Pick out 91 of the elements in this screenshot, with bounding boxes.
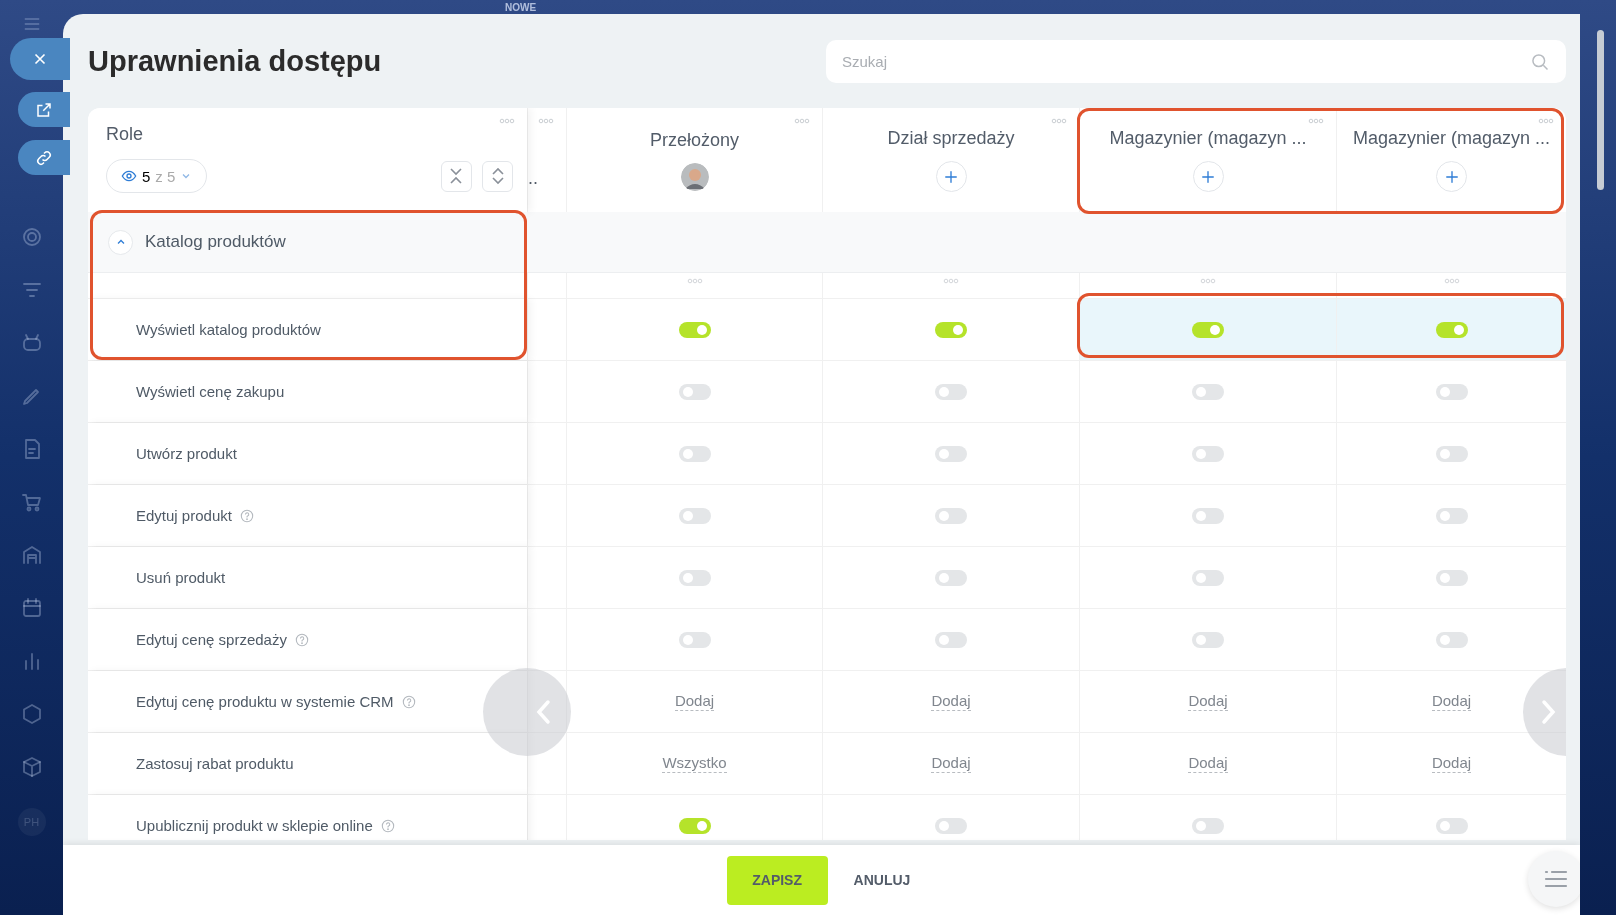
eye-icon [121, 168, 137, 184]
help-icon[interactable] [239, 508, 254, 523]
toggle-switch[interactable] [1192, 321, 1224, 338]
more-icon[interactable] [499, 118, 515, 124]
toggle-switch[interactable] [1435, 321, 1468, 338]
toggle-switch[interactable] [935, 569, 967, 586]
add-button[interactable] [935, 161, 967, 192]
toggle-switch[interactable] [678, 445, 711, 462]
cancel-button[interactable]: ANULUJ [847, 872, 917, 888]
add-button[interactable] [1192, 161, 1224, 192]
toggle-switch[interactable] [1192, 569, 1224, 586]
toggle-switch[interactable] [935, 321, 967, 338]
help-icon[interactable] [380, 818, 395, 833]
toggle-switch[interactable] [1192, 383, 1224, 400]
permission-label: Zastosuj rabat produktu [136, 755, 294, 772]
toggle-switch[interactable] [1192, 445, 1224, 462]
column-title: Dział sprzedaży [887, 128, 1015, 149]
value-link[interactable]: Dodaj [1431, 692, 1472, 711]
external-link-icon [35, 100, 53, 119]
collapse-icon [448, 167, 465, 185]
toggle-switch[interactable] [678, 507, 711, 524]
toggle-switch[interactable] [935, 817, 967, 834]
scrollbar[interactable] [1597, 30, 1604, 190]
permission-label: Wyświetl cenę zakupu [136, 383, 285, 400]
more-icon[interactable] [1538, 118, 1554, 124]
toggle-switch[interactable] [678, 383, 711, 400]
collapse-all-button[interactable] [440, 160, 472, 192]
collapse-button[interactable] [108, 229, 133, 255]
help-icon[interactable] [401, 694, 416, 709]
toggle-switch[interactable] [935, 507, 967, 524]
value-link[interactable]: Dodaj [1188, 754, 1228, 773]
column-title: Magazynier (magazyn ... [1352, 128, 1551, 149]
toggle-switch[interactable] [678, 569, 711, 586]
permission-label: Wyświetl katalog produktów [136, 321, 321, 338]
roles-label: Role [106, 124, 145, 145]
avatar [680, 162, 709, 191]
value-link[interactable]: Dodaj [674, 692, 715, 711]
permission-label: Edytuj cenę produktu w systemie CRM [136, 693, 394, 710]
toggle-switch[interactable] [1435, 569, 1468, 586]
add-button[interactable] [1436, 161, 1467, 192]
value-link[interactable]: Dodaj [1431, 754, 1472, 773]
value-link[interactable]: Wszystko [662, 754, 727, 773]
toggle-switch[interactable] [678, 631, 711, 648]
toggle-switch[interactable] [1435, 445, 1468, 462]
close-button[interactable] [10, 38, 70, 80]
more-icon[interactable] [943, 278, 959, 284]
toggle-switch[interactable] [678, 321, 711, 338]
value-link[interactable]: Dodaj [931, 692, 971, 711]
save-button[interactable]: ZAPISZ [726, 855, 828, 905]
more-icon[interactable] [1200, 278, 1216, 284]
value-link[interactable]: Dodaj [1188, 692, 1228, 711]
column-title: .. [528, 167, 538, 189]
permission-label: Upublicznij produkt w sklepie online [136, 817, 373, 834]
search-field[interactable]: Szukaj [826, 40, 1566, 83]
permission-label: Utwórz produkt [136, 445, 237, 462]
toggle-switch[interactable] [1435, 507, 1468, 524]
more-icon[interactable] [1443, 278, 1460, 284]
more-icon[interactable] [538, 118, 554, 124]
toggle-switch[interactable] [935, 383, 967, 400]
toggle-switch[interactable] [678, 817, 711, 834]
more-icon[interactable] [1308, 118, 1324, 124]
new-label: NOWE [505, 2, 537, 13]
menu-button[interactable] [1528, 851, 1580, 907]
toggle-switch[interactable] [1435, 631, 1468, 648]
toggle-switch[interactable] [1192, 507, 1224, 524]
copy-link-button[interactable] [18, 140, 70, 175]
list-icon [1543, 869, 1569, 889]
more-icon[interactable] [1051, 118, 1067, 124]
toggle-switch[interactable] [935, 631, 967, 648]
permission-label: Edytuj produkt [136, 507, 232, 524]
toggle-switch[interactable] [1192, 631, 1224, 648]
toggle-switch[interactable] [1192, 817, 1224, 834]
section-title: Katalog produktów [145, 232, 286, 252]
column-title: Magazynier (magazyn ... [1109, 128, 1307, 149]
open-in-new-window-button[interactable] [18, 92, 70, 127]
toggle-switch[interactable] [1435, 383, 1468, 400]
toggle-switch[interactable] [935, 445, 967, 462]
more-icon[interactable] [686, 278, 703, 284]
column-title: Przełożony [649, 129, 739, 151]
search-icon [1530, 52, 1550, 72]
link-icon [35, 148, 53, 167]
toggle-switch[interactable] [1435, 817, 1468, 834]
expand-all-button[interactable] [482, 160, 513, 192]
more-icon[interactable] [794, 118, 810, 124]
visible-roles-dropdown[interactable]: 5 z 5 [106, 159, 208, 193]
value-link[interactable]: Dodaj [931, 754, 971, 773]
page-title: Uprawnienia dostępu [88, 45, 382, 78]
permission-label: Usuń produkt [136, 569, 226, 586]
help-icon[interactable] [294, 632, 309, 647]
expand-icon [489, 167, 506, 185]
permission-label: Edytuj cenę sprzedaży [136, 631, 287, 648]
